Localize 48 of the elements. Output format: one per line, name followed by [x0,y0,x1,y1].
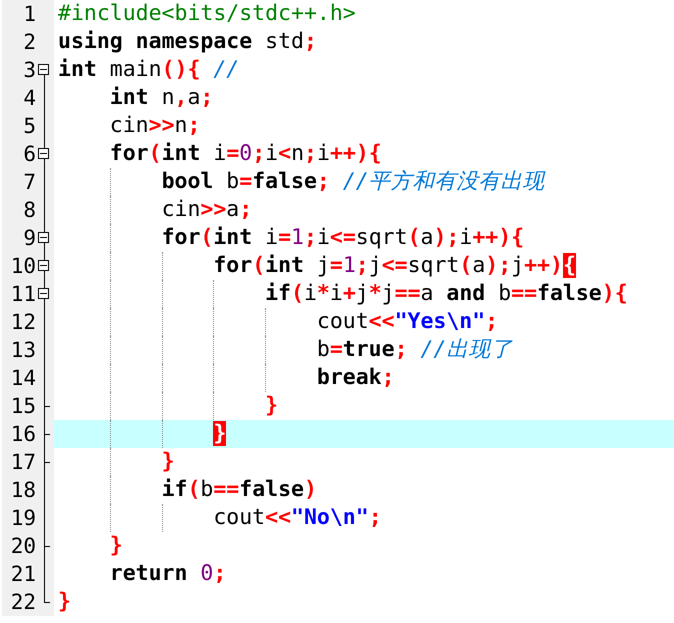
line-number: 22 [10,589,36,616]
code-line: int main(){ // [58,57,240,82]
line-number: 1 [22,1,36,28]
line-number: 12 [10,309,36,336]
line-number: 14 [10,365,36,392]
code-line: b=true; //出现了 [316,337,512,362]
line-number: 8 [22,197,36,224]
line-number: 9 [22,225,36,252]
line-number: 18 [10,477,36,504]
collapse-icon[interactable] [38,64,49,75]
code-line: } [58,589,71,614]
line-number: 2 [22,29,36,56]
collapse-icon[interactable] [38,288,49,299]
code-line: #include<bits/stdc++.h> [58,1,356,26]
code-line: cout<<"Yes\n"; [316,309,498,334]
line-number: 3 [22,57,36,84]
line-number: 15 [10,393,36,420]
code-line: for(int i=0;i<n;i++){ [110,141,382,166]
code-line: cin>>n; [110,113,200,138]
line-number: 7 [22,169,36,196]
code-line: cout<<"No\n"; [213,505,382,530]
code-line: cin>>a; [162,197,252,222]
code-line: } [110,533,123,558]
code-line: } [162,449,175,474]
code-line: if(i*i+j*j==a and b==false){ [265,281,628,306]
line-number: 21 [10,561,36,588]
line-number: 11 [10,281,36,308]
collapse-icon[interactable] [38,232,49,243]
line-number: 10 [10,253,36,280]
code-line: break; [316,365,395,390]
collapse-icon[interactable] [38,148,49,159]
line-number: 16 [10,421,36,448]
code-line: using namespace std; [58,29,317,54]
collapse-icon[interactable] [38,260,49,271]
line-number: 17 [10,449,36,476]
code-line: return 0; [110,561,226,586]
code-line: for(int j=1;j<=sqrt(a);j++){ [213,253,576,278]
code-line: for(int i=1;i<=sqrt(a);i++){ [162,225,524,250]
line-number: 4 [22,85,36,112]
line-number: 19 [10,505,36,532]
code-line: bool b=false; //平方和有没有出现 [162,169,545,194]
code-line: if(b==false) [162,477,317,502]
code-line: int n,a; [110,85,214,110]
line-number: 20 [10,533,36,560]
code-line: } [265,393,278,418]
line-number: 13 [10,337,36,364]
line-number: 6 [22,141,36,168]
line-number: 5 [22,113,36,140]
